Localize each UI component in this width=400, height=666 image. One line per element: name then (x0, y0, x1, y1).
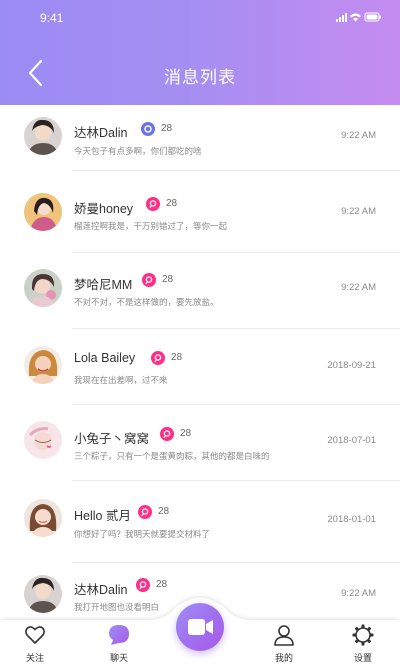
message-time: 9:22 AM (341, 206, 376, 217)
message-count: 28 (161, 123, 173, 134)
chat-bubble-icon (109, 625, 129, 645)
tab-label: 关注 (25, 653, 44, 663)
message-count: 28 (162, 274, 174, 285)
contact-name: 娇曼honey (74, 202, 134, 216)
message-preview: 今天包子有点多啊，你们都吃的啥 (74, 146, 202, 156)
contact-name: 小兔子丶窝窝 (74, 432, 150, 446)
message-count: 28 (158, 506, 170, 517)
message-time: 9:22 AM (341, 130, 376, 141)
tab-label: 设置 (353, 653, 372, 663)
user-icon (274, 625, 294, 646)
message-count: 28 (166, 198, 178, 209)
message-time: 2018-01-01 (327, 514, 376, 525)
list-item[interactable]: 小兔子丶窝窝 28 三个粽子，只有一个是蛋黄肉粽，其他的都是白味的 2018-0… (0, 405, 400, 481)
avatar-image (24, 499, 62, 537)
list-item[interactable]: 梦哈尼MM 28 不对不对，不是这样做的，要先放盐。 9:22 AM (0, 253, 400, 329)
message-preview: 我现在在出差啊，过不来 (74, 375, 168, 385)
contact-name: 梦哈尼MM (74, 278, 133, 292)
tab-settings[interactable]: 设置 (333, 614, 393, 666)
video-call-button[interactable] (176, 603, 224, 651)
message-preview: 榴莲控啊我是，千万别错过了，等你一起 (74, 221, 228, 231)
list-item[interactable]: 达林Dalin 28 今天包子有点多啊，你们都吃的啥 9:22 AM (0, 105, 400, 171)
badge-icon (141, 122, 155, 136)
tab-label: 聊天 (109, 653, 128, 663)
avatar (24, 421, 62, 459)
avatar (24, 117, 62, 155)
tab-follow[interactable]: 关注 (5, 614, 65, 666)
avatar (24, 269, 62, 307)
list-item[interactable]: Lola Bailey 28 我现在在出差啊，过不来 2018-09-21 (0, 329, 400, 405)
tab-chat[interactable]: 聊天 (89, 614, 149, 666)
contact-name: Hello 贰月 (74, 509, 131, 523)
avatar (24, 193, 62, 231)
message-count: 28 (180, 428, 192, 439)
message-preview: 不对不对，不是这样做的，要先放盐。 (74, 297, 219, 307)
tab-label: 我的 (274, 653, 293, 663)
message-preview: 你想好了吗？我明天就要提交材料了 (74, 529, 211, 539)
message-time: 2018-07-01 (327, 435, 376, 446)
header: 9:41 消息列表 (0, 0, 400, 105)
list-item[interactable]: 娇曼honey 28 榴莲控啊我是，千万别错过了，等你一起 9:22 AM (0, 171, 400, 253)
heart-icon (25, 626, 45, 644)
contact-name: Lola Bailey (74, 351, 136, 365)
avatar-image (24, 269, 62, 307)
tab-mine[interactable]: 我的 (254, 614, 314, 666)
avatar-image (24, 193, 62, 231)
message-time: 2018-09-21 (327, 360, 376, 371)
avatar (24, 499, 62, 537)
gear-icon (352, 624, 374, 646)
status-icons (336, 12, 381, 22)
badge-icon (160, 427, 174, 441)
badge-icon (151, 351, 165, 365)
contact-name: 达林Dalin (74, 126, 128, 140)
avatar-image (24, 346, 62, 384)
avatar (24, 346, 62, 384)
badge-icon (138, 505, 152, 519)
avatar-image (24, 117, 62, 155)
status-time: 9:41 (40, 11, 64, 25)
list-item[interactable]: Hello 贰月 28 你想好了吗？我明天就要提交材料了 2018-01-01 (0, 481, 400, 563)
message-count: 28 (171, 352, 183, 363)
badge-icon (146, 197, 160, 211)
message-preview: 三个粽子，只有一个是蛋黄肉粽，其他的都是白味的 (74, 451, 270, 461)
avatar-image (24, 421, 62, 459)
badge-icon (142, 273, 156, 287)
message-time: 9:22 AM (341, 282, 376, 293)
page-title: 消息列表 (164, 68, 236, 87)
video-camera-icon (188, 619, 213, 635)
